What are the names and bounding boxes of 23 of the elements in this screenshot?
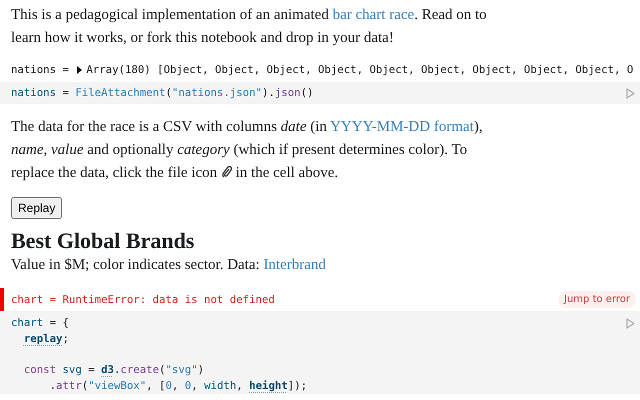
code-line: chart = { bbox=[11, 315, 70, 332]
code-line: const svg = d3.create("svg") bbox=[22, 362, 206, 378]
link[interactable]: Interbrand bbox=[263, 257, 326, 274]
error-message: chart = RuntimeError: data is not defined bbox=[11, 292, 275, 308]
jump-to-error-button[interactable]: Jump to error bbox=[558, 291, 636, 308]
code-cell[interactable]: nations = FileAttachment("nations.json").json() bbox=[0, 82, 640, 104]
description-paragraph: The data for the race is a CSV with columns date (in YYYY-MM-DD format), name, value and optionally category (which if present determines color). To replace the data, click the file icon in the cell above. bbox=[11, 118, 484, 184]
run-icon[interactable] bbox=[626, 318, 635, 330]
intro-paragraph: This is a pedagogical implementation of an animated bar chart race. Read on to learn how it works, or fork this notebook and drop in your data! bbox=[11, 6, 488, 48]
link[interactable]: bar chart race bbox=[332, 7, 414, 23]
code-cell[interactable]: chart = { replay; const svg = d3.create("svg") .attr("viewBox", [0, 0, width, height]); bbox=[0, 311, 640, 394]
caret-right-icon[interactable] bbox=[76, 66, 84, 74]
replay-button[interactable]: Replay bbox=[11, 197, 62, 220]
subtitle: Value in $M; color indicates sector. Data: Interbrand bbox=[11, 256, 327, 276]
code-line: .attr("viewBox", [0, 0, width, height]); bbox=[48, 378, 308, 394]
chart-title: Best Global Brands bbox=[11, 228, 196, 254]
code-line: nations = FileAttachment("nations.json").json() bbox=[11, 85, 314, 102]
code-line: replay; bbox=[22, 331, 70, 348]
paperclip-icon bbox=[220, 165, 232, 178]
output-value: Array(180) [Object, Object, Object, Object, Object, Object, Object, Object, Object, O bbox=[86, 62, 634, 78]
run-icon[interactable] bbox=[626, 88, 635, 100]
link[interactable]: YYYY-MM-DD format bbox=[330, 119, 474, 136]
output-name: nations = bbox=[11, 62, 70, 78]
